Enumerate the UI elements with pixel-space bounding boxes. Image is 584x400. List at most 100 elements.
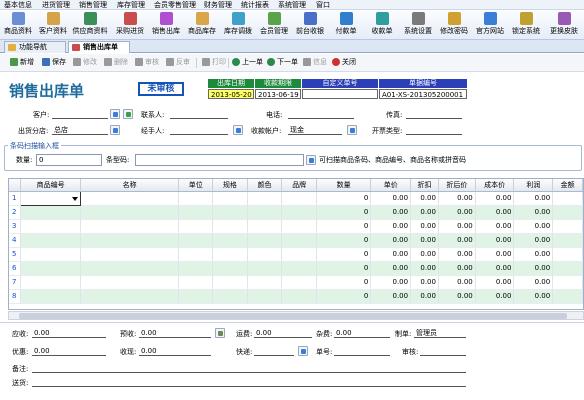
product-code-cell[interactable] <box>20 190 81 206</box>
menu-item[interactable]: 销售管理 <box>79 1 107 9</box>
profit-cell[interactable]: 0.00 <box>513 261 554 276</box>
customer-lookup-button[interactable] <box>110 109 120 119</box>
cost-cell[interactable]: 0.00 <box>475 219 515 234</box>
phone-field[interactable] <box>288 110 354 119</box>
net-price-cell[interactable]: 0.00 <box>438 191 476 206</box>
spec-cell[interactable] <box>212 261 248 276</box>
cost-cell[interactable]: 0.00 <box>475 233 515 248</box>
waybill-field[interactable] <box>334 347 390 356</box>
table-row[interactable]: 6 0 0.00 0.00 0.00 0.00 0.00 <box>9 261 583 276</box>
qty-cell[interactable]: 0 <box>316 247 372 262</box>
profit-cell[interactable]: 0.00 <box>513 191 554 206</box>
brand-cell[interactable] <box>281 261 317 276</box>
cost-cell[interactable]: 0.00 <box>475 289 515 304</box>
color-cell[interactable] <box>247 219 283 234</box>
misc-fee-field[interactable]: 0.00 <box>334 329 390 338</box>
express-lookup-button[interactable] <box>298 346 308 356</box>
table-row[interactable]: 7 0 0.00 0.00 0.00 0.00 0.00 <box>9 275 583 290</box>
amount-cell[interactable] <box>552 233 583 248</box>
amount-cell[interactable] <box>552 191 583 206</box>
column-header[interactable]: 折扣 <box>410 179 439 192</box>
spec-cell[interactable] <box>212 219 248 234</box>
menu-item[interactable]: 窗口 <box>316 1 330 9</box>
name-cell[interactable] <box>80 275 180 290</box>
toolbar-button[interactable]: 系统设置 <box>400 12 436 39</box>
delete-button[interactable]: 删除 <box>104 58 128 67</box>
color-cell[interactable] <box>247 275 283 290</box>
due-date-field[interactable]: 2013-06-19 <box>255 89 301 99</box>
discount-cell[interactable]: 0.00 <box>410 275 439 290</box>
unit-cell[interactable] <box>178 275 214 290</box>
cost-cell[interactable]: 0.00 <box>475 275 515 290</box>
discount-cell[interactable]: 0.00 <box>410 289 439 304</box>
net-price-cell[interactable]: 0.00 <box>438 275 476 290</box>
toolbar-button[interactable]: 修改密码 <box>436 12 472 39</box>
product-code-cell[interactable] <box>20 289 81 304</box>
cost-cell[interactable]: 0.00 <box>475 205 515 220</box>
custom-no-field[interactable] <box>302 89 378 99</box>
qty-input[interactable]: 0 <box>36 154 102 166</box>
express-field[interactable] <box>254 347 294 356</box>
info-button[interactable]: 信息 <box>303 58 327 67</box>
cost-cell[interactable]: 0.00 <box>475 261 515 276</box>
column-header[interactable]: 利润 <box>513 179 554 192</box>
toolbar-button[interactable]: 官方网站 <box>472 12 508 39</box>
unit-cell[interactable] <box>178 261 214 276</box>
menu-item[interactable]: 系统管理 <box>278 1 306 9</box>
toolbar-button[interactable]: 锁定系统 <box>508 12 544 39</box>
spec-cell[interactable] <box>212 233 248 248</box>
price-cell[interactable]: 0.00 <box>370 219 412 234</box>
product-code-cell[interactable] <box>20 275 81 290</box>
price-cell[interactable]: 0.00 <box>370 233 412 248</box>
column-header[interactable]: 单价 <box>370 179 412 192</box>
audit-button[interactable]: 审核 <box>135 58 159 67</box>
close-button[interactable]: 关闭 <box>332 58 356 67</box>
qty-cell[interactable]: 0 <box>316 219 372 234</box>
name-cell[interactable] <box>80 289 180 304</box>
spec-cell[interactable] <box>212 247 248 262</box>
column-header[interactable]: 品牌 <box>281 179 317 192</box>
color-cell[interactable] <box>247 191 283 206</box>
name-cell[interactable] <box>80 191 180 206</box>
discount-cell[interactable]: 0.00 <box>410 233 439 248</box>
toolbar-button[interactable]: 更换皮肤 <box>546 12 582 39</box>
product-code-cell[interactable] <box>20 219 81 234</box>
amount-cell[interactable] <box>552 261 583 276</box>
profit-cell[interactable]: 0.00 <box>513 233 554 248</box>
toolbar-button[interactable]: 销售出库 <box>148 12 184 39</box>
discount-cell[interactable]: 0.00 <box>410 247 439 262</box>
save-button[interactable]: 保存 <box>42 58 66 67</box>
unit-cell[interactable] <box>178 205 214 220</box>
color-cell[interactable] <box>247 233 283 248</box>
column-header[interactable]: 成本价 <box>475 179 515 192</box>
menu-item[interactable]: 财务管理 <box>204 1 232 9</box>
amount-cell[interactable] <box>552 205 583 220</box>
column-header[interactable]: 名称 <box>80 179 180 192</box>
qty-cell[interactable]: 0 <box>316 233 372 248</box>
unit-cell[interactable] <box>178 247 214 262</box>
qty-cell[interactable]: 0 <box>316 205 372 220</box>
table-row[interactable]: 4 0 0.00 0.00 0.00 0.00 0.00 <box>9 233 583 248</box>
price-cell[interactable]: 0.00 <box>370 275 412 290</box>
product-code-cell[interactable] <box>20 261 81 276</box>
column-header[interactable]: 颜色 <box>247 179 283 192</box>
price-cell[interactable]: 0.00 <box>370 261 412 276</box>
discount-cell[interactable]: 0.00 <box>410 261 439 276</box>
net-price-cell[interactable]: 0.00 <box>438 261 476 276</box>
column-header[interactable]: 单位 <box>178 179 214 192</box>
name-cell[interactable] <box>80 205 180 220</box>
previous-button[interactable]: 上一单 <box>232 58 263 67</box>
price-cell[interactable]: 0.00 <box>370 205 412 220</box>
price-cell[interactable]: 0.00 <box>370 191 412 206</box>
spec-cell[interactable] <box>212 275 248 290</box>
toolbar-button[interactable]: 收款单 <box>364 12 400 39</box>
scrollbar-thumb[interactable] <box>19 313 567 319</box>
brand-cell[interactable] <box>281 205 317 220</box>
table-row[interactable]: 8 0 0.00 0.00 0.00 0.00 0.00 <box>9 289 583 304</box>
menu-item[interactable]: 会员零售管理 <box>154 1 196 9</box>
prepaid-calc-button[interactable] <box>215 328 225 338</box>
profit-cell[interactable]: 0.00 <box>513 275 554 290</box>
product-code-cell[interactable] <box>20 233 81 248</box>
handler-field[interactable] <box>170 126 228 135</box>
customer-field[interactable] <box>52 110 108 119</box>
